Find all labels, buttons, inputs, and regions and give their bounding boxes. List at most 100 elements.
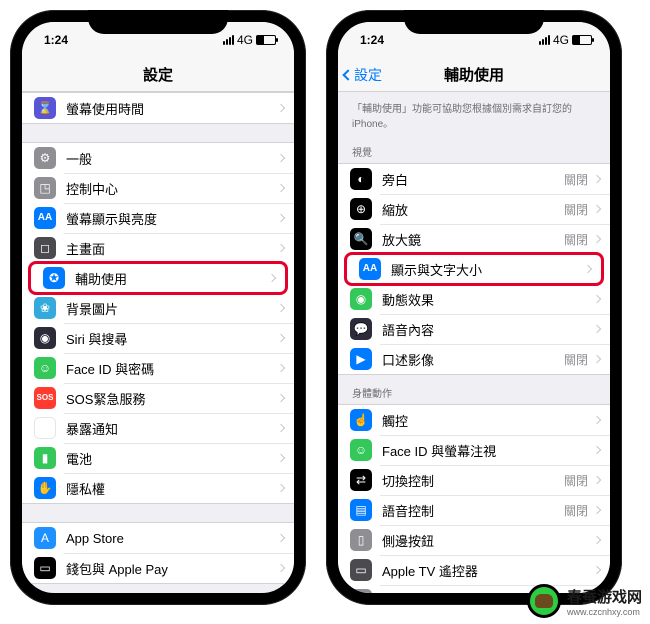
chevron-right-icon xyxy=(593,566,601,574)
row-motion[interactable]: ◉動態效果 xyxy=(338,284,610,314)
row-label: Face ID 與螢幕注視 xyxy=(382,441,594,460)
chevron-right-icon xyxy=(593,536,601,544)
row-label: 顯示與文字大小 xyxy=(391,260,585,279)
row-label: 一般 xyxy=(66,149,278,168)
chevron-right-icon xyxy=(277,184,285,192)
row-side-button[interactable]: ▯側邊按鈕 xyxy=(338,525,610,555)
row-switch-control[interactable]: ⇄切換控制關閉 xyxy=(338,465,610,495)
row-value: 關閉 xyxy=(564,171,588,188)
row-label: 螢幕顯示與亮度 xyxy=(66,209,278,228)
voice-control-icon: ▤ xyxy=(350,499,372,521)
chevron-right-icon xyxy=(277,534,285,542)
battery-icon xyxy=(256,35,276,45)
chevron-right-icon xyxy=(593,476,601,484)
chevron-left-icon xyxy=(342,69,353,80)
row-magnifier[interactable]: 🔍放大鏡關閉 xyxy=(338,224,610,254)
phone-left: 1:24 4G 設定 ⌛螢幕使用時間 ⚙一般◳控制中心AA螢幕顯示與亮度◻主畫面… xyxy=(10,10,306,605)
row-wallpaper[interactable]: ❀ 背景圖片 xyxy=(22,293,294,323)
row-screen-time[interactable]: ⌛螢幕使用時間 xyxy=(22,93,294,123)
magnifier-icon: 🔍 xyxy=(350,228,372,250)
back-button[interactable]: 設定 xyxy=(344,58,382,91)
navbar: 設定 xyxy=(22,58,294,92)
chevron-right-icon xyxy=(593,506,601,514)
row-spoken[interactable]: 💬語音內容 xyxy=(338,314,610,344)
row-label: 電池 xyxy=(66,449,278,468)
chevron-right-icon xyxy=(593,175,601,183)
row-touch[interactable]: ☝觸控 xyxy=(338,405,610,435)
row-voiceover[interactable]: ◐旁白關閉 xyxy=(338,164,610,194)
row-accessibility[interactable]: ✪輔助使用 xyxy=(31,264,285,292)
watermark: 春蚕游戏网 www.czcnhxy.com xyxy=(527,584,642,618)
sos-icon: SOS xyxy=(34,387,56,409)
row-face-attention[interactable]: ☺Face ID 與螢幕注視 xyxy=(338,435,610,465)
text-size-icon: AA xyxy=(359,258,381,280)
highlight-box: AA 顯示與文字大小 xyxy=(344,252,604,286)
faceid-icon: ☺ xyxy=(34,357,56,379)
row-exposure[interactable]: ☀暴露通知 xyxy=(22,413,294,443)
row-label: Siri 與搜尋 xyxy=(66,329,278,348)
row-label: 放大鏡 xyxy=(382,230,564,249)
row-label: 主畫面 xyxy=(66,239,278,258)
signal-icon xyxy=(223,35,234,45)
battery-icon: ▮ xyxy=(34,447,56,469)
chevron-right-icon xyxy=(277,154,285,162)
chevron-right-icon xyxy=(277,394,285,402)
switch-control-icon: ⇄ xyxy=(350,469,372,491)
row-label: 背景圖片 xyxy=(66,299,278,318)
row-label: 口述影像 xyxy=(382,350,564,369)
chevron-right-icon xyxy=(593,325,601,333)
chevron-right-icon xyxy=(277,454,285,462)
row-label: 縮放 xyxy=(382,200,564,219)
row-battery[interactable]: ▮ 電池 xyxy=(22,443,294,473)
chevron-right-icon xyxy=(277,364,285,372)
row-siri[interactable]: ◉ Siri 與搜尋 xyxy=(22,323,294,353)
general-icon: ⚙ xyxy=(34,147,56,169)
accessibility-list[interactable]: 「輔助使用」功能可協助您根據個別需求自訂您的 iPhone。 視覺 ◐旁白關閉⊕… xyxy=(338,92,610,593)
battery-icon xyxy=(572,35,592,45)
row-value: 關閉 xyxy=(564,472,588,489)
touch-icon: ☝ xyxy=(350,409,372,431)
settings-list[interactable]: ⌛螢幕使用時間 ⚙ 一般 ◳控制中心 AA 螢幕顯示與亮度 ◻主畫面✪輔助使用 ❀ 背景圖片 ◉… xyxy=(22,92,294,593)
apple-tv-icon: ▭ xyxy=(350,559,372,581)
description-text: 「輔助使用」功能可協助您根據個別需求自訂您的 iPhone。 xyxy=(338,92,610,134)
display-icon: AA xyxy=(34,207,56,229)
keyboards-icon: ⌨ xyxy=(350,589,372,593)
chevron-right-icon xyxy=(277,424,285,432)
control-center-icon: ◳ xyxy=(34,177,56,199)
siri-icon: ◉ xyxy=(34,327,56,349)
notch xyxy=(88,10,228,34)
row-label: Apple TV 遙控器 xyxy=(382,561,594,580)
chevron-right-icon xyxy=(277,244,285,252)
page-title: 設定 xyxy=(143,64,173,85)
row-appstore[interactable]: AApp Store xyxy=(22,523,294,553)
accessibility-icon: ✪ xyxy=(43,267,65,289)
row-faceid[interactable]: ☺Face ID 與密碼 xyxy=(22,353,294,383)
row-value: 關閉 xyxy=(564,502,588,519)
row-label: 螢幕使用時間 xyxy=(66,99,278,118)
chevron-right-icon xyxy=(584,265,592,273)
chevron-right-icon xyxy=(277,104,285,112)
row-text-size[interactable]: AA 顯示與文字大小 xyxy=(347,255,601,283)
row-audio-desc[interactable]: ▶口述影像關閉 xyxy=(338,344,610,374)
row-voice-control[interactable]: ▤語音控制關閉 xyxy=(338,495,610,525)
row-control-center[interactable]: ◳控制中心 xyxy=(22,173,294,203)
row-general[interactable]: ⚙ 一般 xyxy=(22,143,294,173)
chevron-right-icon xyxy=(593,416,601,424)
row-apple-tv[interactable]: ▭ Apple TV 遙控器 xyxy=(338,555,610,585)
back-label: 設定 xyxy=(354,65,382,85)
chevron-right-icon xyxy=(277,564,285,572)
privacy-icon: ✋ xyxy=(34,477,56,499)
chevron-right-icon xyxy=(268,274,276,282)
spoken-icon: 💬 xyxy=(350,318,372,340)
row-label: 錢包與 Apple Pay xyxy=(66,559,278,578)
wallpaper-icon: ❀ xyxy=(34,297,56,319)
wallet-icon: ▭ xyxy=(34,557,56,579)
row-sos[interactable]: SOSSOS緊急服務 xyxy=(22,383,294,413)
row-wallet[interactable]: ▭ 錢包與 Apple Pay xyxy=(22,553,294,583)
row-display[interactable]: AA 螢幕顯示與亮度 xyxy=(22,203,294,233)
chevron-right-icon xyxy=(593,205,601,213)
row-home-screen[interactable]: ◻主畫面 xyxy=(22,233,294,263)
section-header-physical: 身體動作 xyxy=(338,375,610,404)
row-privacy[interactable]: ✋隱私權 xyxy=(22,473,294,503)
row-zoom[interactable]: ⊕縮放關閉 xyxy=(338,194,610,224)
